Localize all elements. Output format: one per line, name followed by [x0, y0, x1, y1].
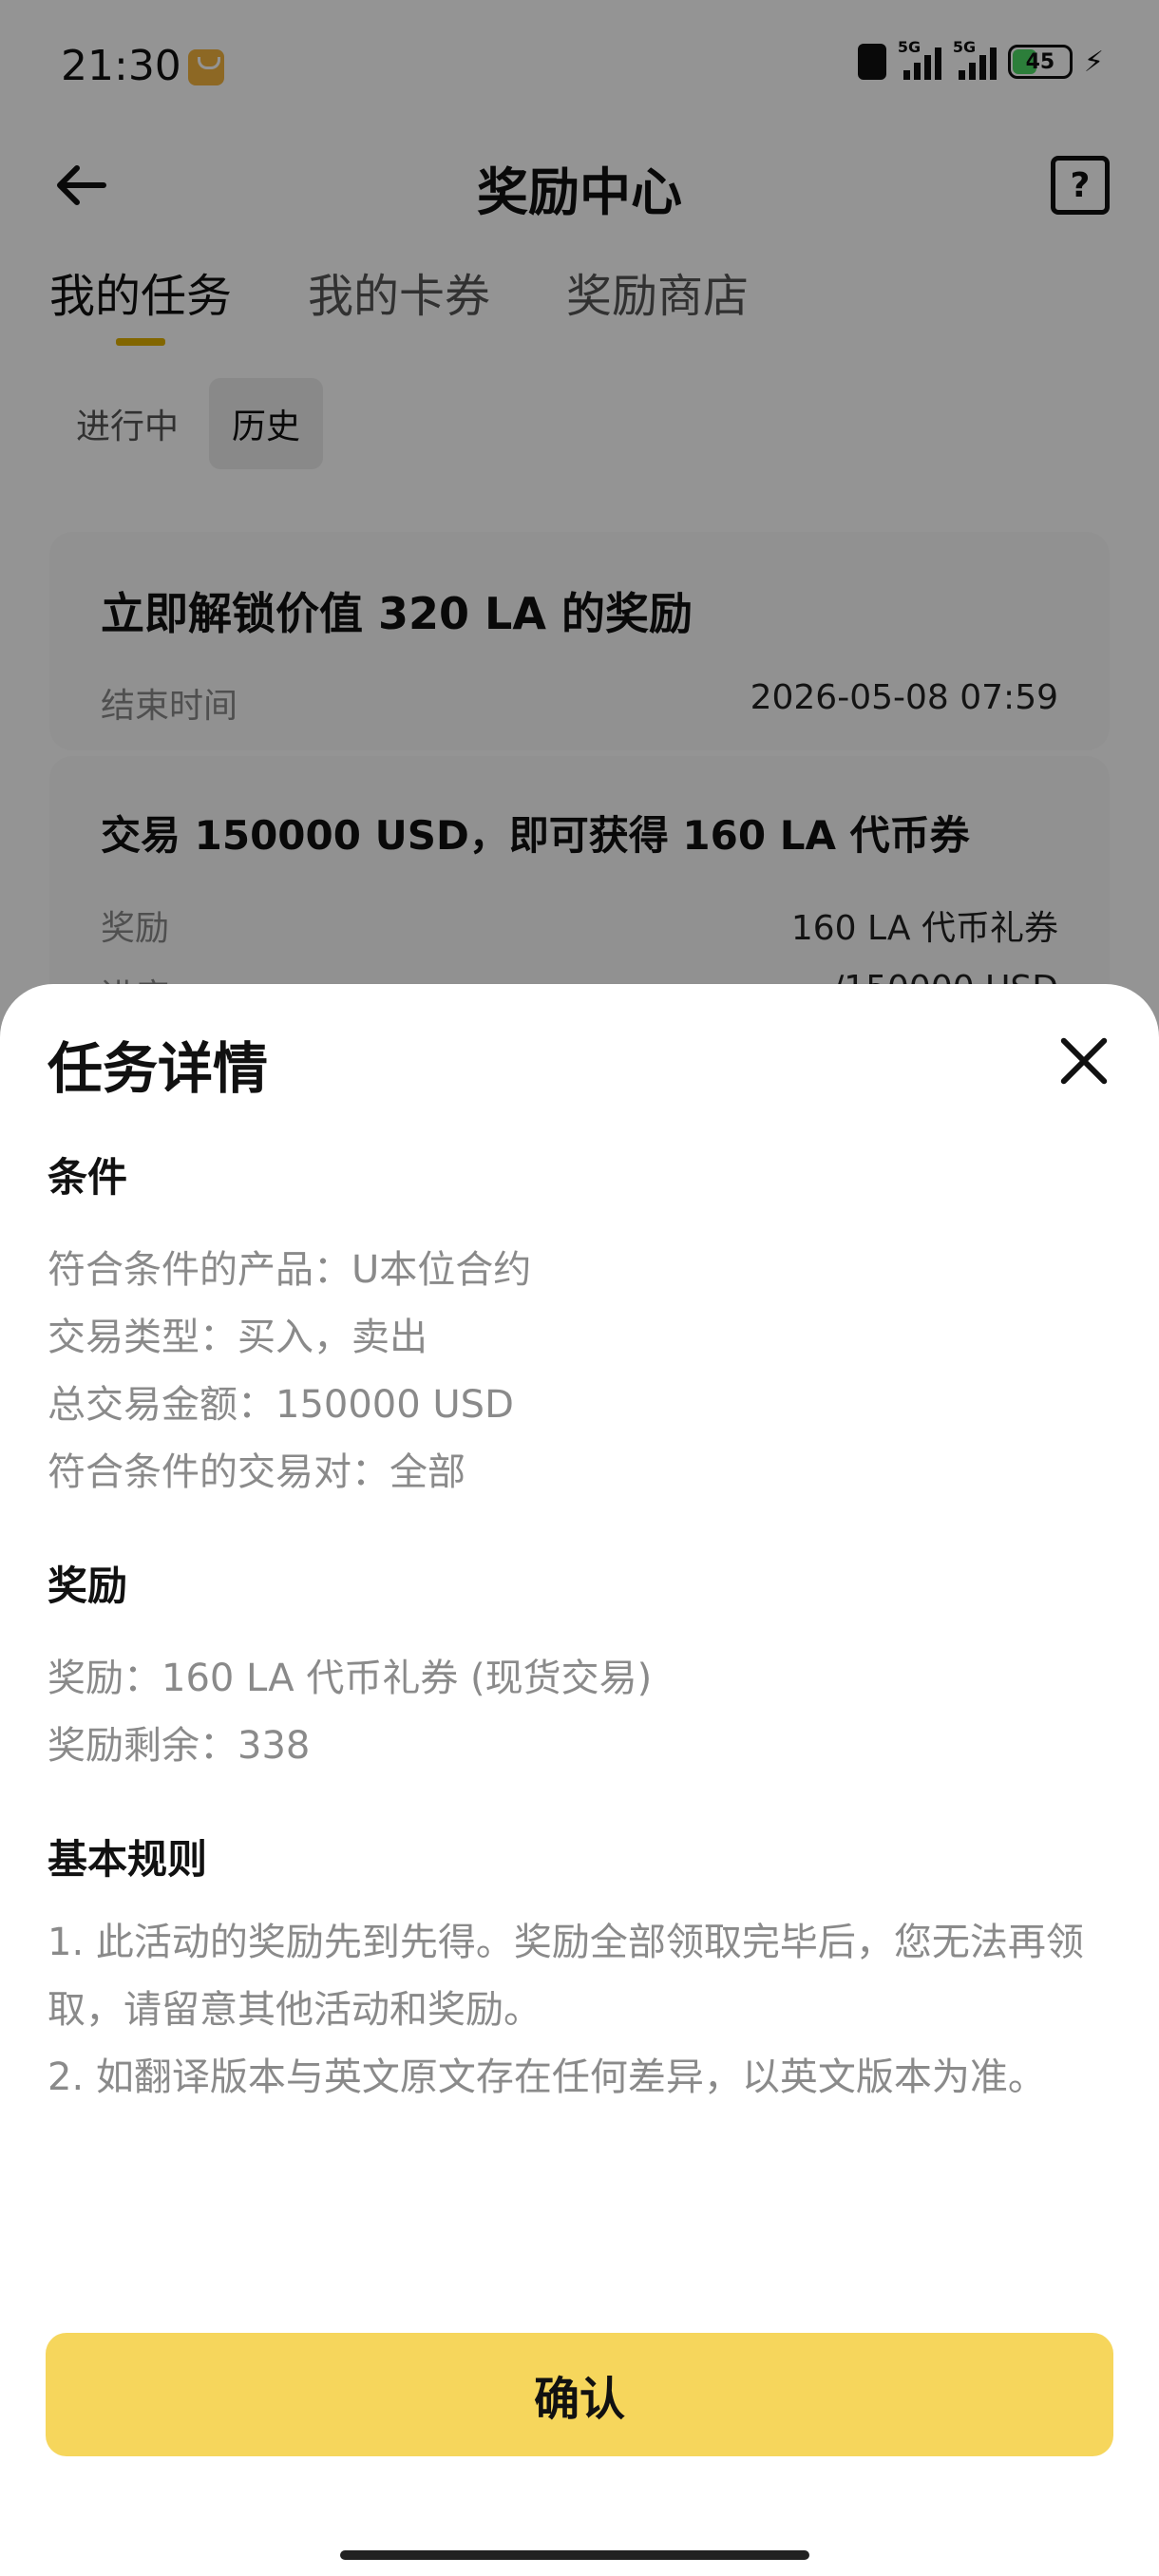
condition-line: 总交易金额：150000 USD [48, 1383, 514, 1427]
rule-item: 1. 此活动的奖励先到先得。奖励全部领取完毕后，您无法再领取，请留意其他活动和奖… [48, 1921, 1084, 2032]
task-details-sheet: 任务详情 条件 符合条件的产品：U本位合约 交易类型：买入，卖出 总交易金额：1… [0, 984, 1159, 2576]
screen: 21:30 5G 5G 45 ⚡ 奖励中心 ? 我的任务 我的卡券 奖励商店 进… [0, 0, 1159, 2576]
home-indicator[interactable] [340, 2550, 809, 2560]
condition-line: 符合条件的交易对：全部 [48, 1450, 466, 1494]
rules-list: 1. 此活动的奖励先到先得。奖励全部领取完毕后，您无法再领取，请留意其他活动和奖… [48, 1909, 1112, 2112]
condition-line: 交易类型：买入，卖出 [48, 1316, 428, 1359]
rule-item: 2. 如翻译版本与英文原文存在任何差异，以英文版本为准。 [48, 2055, 1046, 2099]
reward-line: 奖励剩余：338 [48, 1724, 311, 1768]
confirm-button[interactable]: 确认 [46, 2333, 1113, 2456]
reward-line: 奖励：160 LA 代币礼券 (现货交易) [48, 1657, 653, 1700]
conditions-heading: 条件 [48, 1154, 128, 1201]
condition-line: 符合条件的产品：U本位合约 [48, 1248, 532, 1292]
rewards-heading: 奖励 [48, 1563, 128, 1609]
close-icon[interactable] [1058, 1033, 1112, 1087]
sheet-title: 任务详情 [48, 1036, 269, 1101]
rules-heading: 基本规则 [48, 1836, 208, 1883]
